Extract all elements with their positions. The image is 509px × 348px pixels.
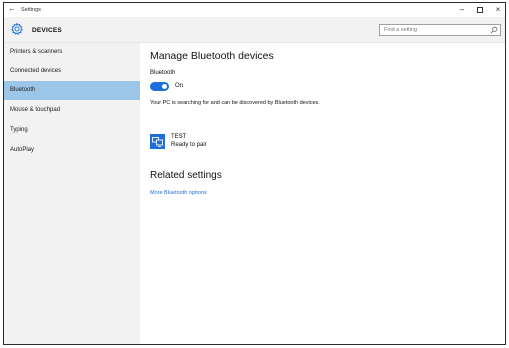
search-input[interactable]: Find a setting [379, 24, 501, 36]
bluetooth-label: Bluetooth [150, 70, 176, 76]
search-icon[interactable] [490, 26, 498, 34]
page-header: DEVICES Find a setting [4, 17, 505, 43]
title-bar: ← Settings – × [4, 3, 505, 17]
sidebar-item-connected-devices[interactable]: Connected devices [4, 62, 140, 81]
sidebar-item-bluetooth[interactable]: Bluetooth [4, 81, 140, 100]
related-settings-heading: Related settings [150, 170, 222, 181]
toggle-knob [162, 84, 167, 89]
back-arrow-icon[interactable]: ← [8, 5, 16, 13]
sidebar-item-autoplay[interactable]: AutoPlay [4, 141, 140, 160]
maximize-icon [477, 7, 483, 13]
maximize-button[interactable] [474, 5, 486, 15]
main-content: Manage Bluetooth devices Bluetooth On Yo… [140, 43, 505, 344]
toggle-state-label: On [175, 83, 184, 89]
settings-window: ← Settings – × DEVICES Find a setting Pr… [3, 2, 506, 345]
sidebar: Printers & scanners Connected devices Bl… [4, 43, 140, 344]
sidebar-item-typing[interactable]: Typing [4, 121, 140, 140]
bluetooth-toggle[interactable] [150, 82, 169, 91]
sidebar-item-mouse-touchpad[interactable]: Mouse & touchpad [4, 101, 140, 120]
device-name[interactable]: TEST [171, 134, 186, 140]
close-button[interactable]: × [492, 5, 504, 14]
sidebar-item-printers-scanners[interactable]: Printers & scanners [4, 43, 140, 62]
device-status: Ready to pair [171, 142, 207, 148]
discovery-description: Your PC is searching for and can be disc… [150, 100, 320, 106]
bluetooth-device-icon[interactable] [150, 134, 165, 149]
window-title: Settings [21, 7, 41, 13]
minimize-button[interactable]: – [456, 5, 468, 14]
page-title: DEVICES [32, 27, 62, 34]
more-bluetooth-options-link[interactable]: More Bluetooth options [150, 190, 207, 196]
search-placeholder: Find a setting [384, 27, 418, 33]
gear-icon [10, 22, 24, 35]
section-heading: Manage Bluetooth devices [150, 50, 274, 62]
